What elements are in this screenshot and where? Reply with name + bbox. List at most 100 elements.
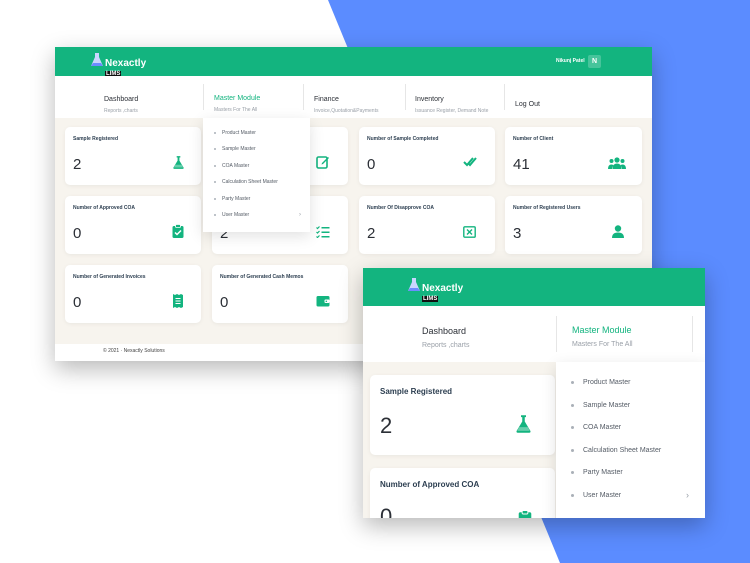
main-nav: Dashboard Reports ,charts Master Module … <box>55 76 652 118</box>
nav-master-module-sub: Masters For The All <box>214 107 258 113</box>
menu-item-label: Product Master <box>583 378 631 386</box>
menu-item-label: COA Master <box>222 163 250 169</box>
card-title: Number of Generated Invoices <box>73 274 146 280</box>
bullet-icon <box>214 181 216 183</box>
menu-item-sample-master[interactable]: Sample Master <box>556 399 705 411</box>
flask-icon <box>516 415 531 433</box>
bullet-icon <box>571 448 574 452</box>
chevron-right-icon: › <box>299 212 301 218</box>
bullet-icon <box>214 132 216 134</box>
card-value: 0 <box>380 504 393 518</box>
nav-divider <box>203 84 204 110</box>
nav-dashboard-sub: Reports ,charts <box>104 108 138 114</box>
card-sample-completed[interactable]: Number of Sample Completed 0 <box>359 127 495 185</box>
menu-item-party-master[interactable]: Party Master <box>203 194 310 204</box>
card-registered-users[interactable]: Number of Registered Users 3 <box>505 196 642 254</box>
card-sample-registered[interactable]: Sample Registered 2 <box>65 127 201 185</box>
bullet-icon <box>571 380 574 384</box>
clipboard-check-icon <box>518 510 532 518</box>
nav-dashboard[interactable]: Dashboard Reports ,charts <box>422 321 469 349</box>
nav-master-module-sub: Masters For The All <box>572 341 633 348</box>
bullet-icon <box>214 198 216 200</box>
menu-item-coa-master[interactable]: COA Master <box>556 421 705 433</box>
menu-item-party-master[interactable]: Party Master <box>556 466 705 478</box>
avatar[interactable]: N <box>588 55 601 68</box>
card-value: 0 <box>73 225 82 242</box>
card-title: Number of Sample Completed <box>367 136 439 142</box>
nav-divider <box>303 84 304 110</box>
footer-text: © 2021 · Nexactly Solutions <box>103 348 165 354</box>
card-value: 2 <box>380 413 393 438</box>
nav-divider <box>692 316 693 352</box>
nav-divider <box>556 316 557 352</box>
nav-inventory[interactable]: Inventory Issuance Register, Demand Note <box>415 88 488 114</box>
menu-item-label: Party Master <box>222 196 251 202</box>
wallet-icon <box>316 295 330 307</box>
nav-master-module[interactable]: Master Module Masters For The All <box>214 87 260 113</box>
card-title: Number Of Disapprove COA <box>367 205 434 211</box>
menu-item-calculation-sheet-master[interactable]: Calculation Sheet Master <box>203 177 310 187</box>
bullet-icon <box>571 470 574 474</box>
users-icon <box>608 157 626 169</box>
nav-finance-title: Finance <box>314 96 339 103</box>
card-title: Number of Client <box>513 136 554 142</box>
bullet-icon <box>214 165 216 167</box>
menu-item-sample-master[interactable]: Sample Master <box>203 144 310 154</box>
menu-item-label: User Master <box>222 212 250 218</box>
menu-item-product-master[interactable]: Product Master <box>203 128 310 138</box>
main-nav: Dashboard Reports ,charts Master Module … <box>363 306 705 362</box>
nav-master-module[interactable]: Master Module Masters For The All <box>572 320 633 348</box>
brand-name: Nexactly <box>105 58 147 69</box>
double-check-icon <box>463 156 478 168</box>
card-disapprove-coa[interactable]: Number Of Disapprove COA 2 <box>359 196 495 254</box>
card-value: 2 <box>73 156 82 173</box>
nav-divider <box>405 84 406 110</box>
nav-logout[interactable]: Log Out <box>515 93 540 111</box>
nav-dashboard-sub: Reports ,charts <box>422 342 470 349</box>
master-module-dropdown: Product Master Sample Master COA Master … <box>203 118 310 232</box>
receipt-icon <box>173 294 183 308</box>
card-title: Number of Approved COA <box>73 205 136 211</box>
brand-logo: Nexactly LIMS <box>408 278 464 303</box>
menu-item-label: Sample Master <box>222 146 256 152</box>
card-sample-registered[interactable]: Sample Registered 2 <box>370 375 555 455</box>
edit-icon <box>316 155 330 169</box>
menu-item-product-master[interactable]: Product Master <box>556 376 705 388</box>
menu-item-label: Sample Master <box>583 401 631 409</box>
card-title: Sample Registered <box>380 387 453 396</box>
nav-inventory-sub: Issuance Register, Demand Note <box>415 108 489 114</box>
nav-dashboard-title: Dashboard <box>422 326 467 336</box>
card-value: 41 <box>513 156 530 173</box>
menu-item-user-master[interactable]: User Master › <box>203 210 310 220</box>
card-generated-cash-memos[interactable]: Number of Generated Cash Memos 0 <box>212 265 348 323</box>
x-square-icon <box>463 226 476 238</box>
brand-logo: Nexactly LIMS <box>91 53 147 78</box>
top-bar: Nexactly LIMS <box>363 268 705 306</box>
card-approved-coa[interactable]: Number of Approved COA 0 <box>370 468 555 518</box>
menu-item-user-master[interactable]: User Master › <box>556 489 705 501</box>
brand-flask-icon <box>91 53 103 66</box>
checklist-icon <box>316 226 330 238</box>
card-title: Number of Approved COA <box>380 480 480 489</box>
card-value: 3 <box>513 225 522 242</box>
dashboard-screenshot-zoom: Nexactly LIMS Dashboard Reports ,charts … <box>363 268 705 518</box>
master-module-dropdown: Product Master Sample Master COA Master … <box>556 362 705 518</box>
card-approved-coa[interactable]: Number of Approved COA 0 <box>65 196 201 254</box>
clipboard-check-icon <box>172 224 184 238</box>
brand-sub: LIMS <box>422 296 439 303</box>
nav-logout-title: Log Out <box>515 101 540 108</box>
bullet-icon <box>571 403 574 407</box>
menu-item-coa-master[interactable]: COA Master <box>203 161 310 171</box>
card-generated-invoices[interactable]: Number of Generated Invoices 0 <box>65 265 201 323</box>
user-name[interactable]: Nikunj Patel <box>556 58 585 64</box>
nav-finance[interactable]: Finance Invoice,Quotation&Payments <box>314 88 378 114</box>
nav-dashboard[interactable]: Dashboard Reports ,charts <box>104 88 138 114</box>
menu-item-calculation-sheet-master[interactable]: Calculation Sheet Master <box>556 444 705 456</box>
bullet-icon <box>214 214 216 216</box>
card-title: Number of Generated Cash Memos <box>220 274 304 280</box>
nav-finance-sub: Invoice,Quotation&Payments <box>314 108 379 114</box>
menu-item-label: Product Master <box>222 130 256 136</box>
user-icon <box>612 225 624 238</box>
brand-name: Nexactly <box>422 283 464 294</box>
card-number-of-client[interactable]: Number of Client 41 <box>505 127 642 185</box>
